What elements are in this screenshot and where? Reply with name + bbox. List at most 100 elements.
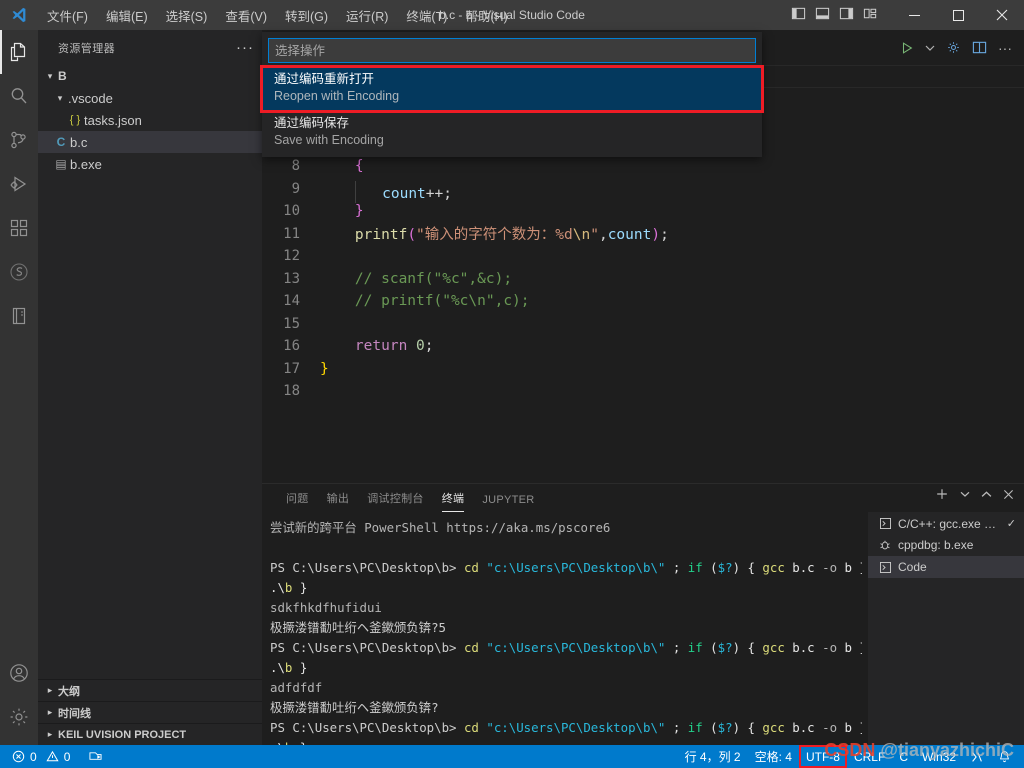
platform[interactable]: Win32 bbox=[915, 745, 963, 768]
search-icon[interactable] bbox=[0, 74, 38, 118]
more-actions-icon[interactable]: ··· bbox=[998, 41, 1012, 55]
code-line[interactable]: 14 // printf("%c\n",c); bbox=[262, 290, 1024, 313]
terminal-line: PS C:\Users\PC\Desktop\b> cd "c:\Users\P… bbox=[270, 560, 862, 575]
settings-gear-icon[interactable] bbox=[0, 695, 38, 739]
close-panel-icon[interactable] bbox=[1003, 489, 1014, 500]
sonarlint-icon[interactable] bbox=[0, 250, 38, 294]
terminal-output[interactable]: 尝试新的跨平台 PowerShell https://aka.ms/pscore… bbox=[262, 512, 862, 746]
title-bar-right bbox=[791, 0, 1024, 30]
tab-terminal[interactable]: 终端 bbox=[441, 490, 465, 512]
run-and-debug-icon[interactable] bbox=[0, 162, 38, 206]
code-line[interactable]: 10 } bbox=[262, 200, 1024, 223]
indentation[interactable]: 空格: 4 bbox=[748, 745, 799, 768]
panel-actions[interactable] bbox=[935, 487, 1014, 501]
quick-pick-dropdown[interactable]: 通过编码重新打开 Reopen with Encoding 通过编码保存 Sav… bbox=[260, 32, 764, 157]
quick-pick-item-reopen-with-encoding[interactable]: 通过编码重新打开 Reopen with Encoding bbox=[260, 65, 764, 113]
language-mode[interactable]: C bbox=[892, 745, 915, 768]
terminal-item-code[interactable]: Code bbox=[868, 556, 1024, 578]
code-line[interactable]: 16 return 0; bbox=[262, 335, 1024, 358]
accounts-icon[interactable] bbox=[0, 651, 38, 695]
terminal-line: 极撅溇镨勫吐绗ヘ釜鏉颁负锛?5 bbox=[270, 620, 446, 635]
eol[interactable]: CRLF bbox=[847, 745, 892, 768]
maximize-button[interactable] bbox=[936, 0, 980, 30]
code-line[interactable]: 9 count++; bbox=[262, 178, 1024, 203]
code-line[interactable]: 8 { bbox=[262, 155, 1024, 178]
toggle-secondary-sidebar-icon[interactable] bbox=[839, 6, 854, 24]
menu-edit[interactable]: 编辑(E) bbox=[97, 2, 157, 29]
terminal-line: .\b } bbox=[270, 660, 308, 675]
feedback-smiley-icon[interactable] bbox=[963, 745, 991, 768]
terminal-item-label: cppdbg: b.exe bbox=[898, 538, 974, 552]
terminal-icon bbox=[878, 561, 892, 573]
toggle-panel-icon[interactable] bbox=[815, 6, 830, 24]
vscode-logo-icon bbox=[0, 0, 38, 30]
c-file-icon: C bbox=[56, 135, 66, 149]
tree-item-b-c[interactable]: C b.c bbox=[38, 131, 262, 153]
source-control-icon[interactable] bbox=[0, 118, 38, 162]
editor-actions-toolbar[interactable]: ··· bbox=[900, 30, 1024, 65]
notebook-icon[interactable] bbox=[0, 294, 38, 338]
code-line[interactable]: 12 bbox=[262, 245, 1024, 268]
close-button[interactable] bbox=[980, 0, 1024, 30]
minimize-button[interactable] bbox=[892, 0, 936, 30]
tab-output[interactable]: 输出 bbox=[327, 490, 350, 512]
code-line[interactable]: 11 printf("输入的字符个数为：%d\n",count); bbox=[262, 223, 1024, 246]
new-terminal-icon[interactable] bbox=[935, 487, 949, 501]
line-number: 18 bbox=[283, 383, 300, 400]
customize-layout-icon[interactable] bbox=[863, 6, 878, 24]
section-label: KEIL UVISION PROJECT bbox=[58, 728, 187, 741]
json-file-icon: { } bbox=[69, 114, 81, 126]
tab-jupyter[interactable]: JUPYTER bbox=[482, 494, 534, 512]
layout-controls[interactable] bbox=[791, 6, 892, 24]
menu-terminal[interactable]: 终端(T) bbox=[397, 2, 456, 29]
panel-tab-bar[interactable]: 问题 输出 调试控制台 终端 JUPYTER bbox=[262, 484, 1024, 512]
section-label: 时间线 bbox=[58, 707, 91, 720]
section-timeline[interactable]: ▸ 时间线 bbox=[38, 701, 262, 723]
tab-problems[interactable]: 问题 bbox=[286, 490, 309, 512]
toggle-primary-sidebar-icon[interactable] bbox=[791, 6, 806, 24]
gear-icon[interactable] bbox=[946, 40, 961, 55]
sidebar-header: 资源管理器 ··· bbox=[38, 30, 262, 65]
code-line[interactable]: 13 // scanf("%c",&c); bbox=[262, 268, 1024, 291]
terminal-item-cppdbg[interactable]: cppdbg: b.exe bbox=[868, 534, 1024, 556]
code-line[interactable]: 17 } bbox=[262, 358, 1024, 381]
explorer-icon[interactable] bbox=[0, 30, 38, 74]
cursor-position[interactable]: 行 4，列 2 bbox=[678, 745, 748, 768]
chevron-down-icon[interactable] bbox=[925, 43, 935, 53]
tree-item-tasks-json[interactable]: { } tasks.json bbox=[38, 109, 262, 131]
bell-icon[interactable] bbox=[991, 745, 1018, 768]
code-line[interactable]: 15 bbox=[262, 313, 1024, 336]
code-line[interactable]: 18 bbox=[262, 380, 1024, 403]
tree-item-folder-b[interactable]: ▾ B bbox=[38, 65, 262, 87]
terminal-item-gcc-build[interactable]: C/C++: gcc.exe 生… ✓ bbox=[868, 512, 1024, 534]
section-keil-uvision-project[interactable]: ▸ KEIL UVISION PROJECT bbox=[38, 723, 262, 745]
problems-status[interactable]: 0 0 bbox=[8, 745, 74, 768]
status-bar-right: 行 4，列 2 空格: 4 UTF-8 CRLF C Win32 bbox=[678, 745, 1024, 768]
menu-run[interactable]: 运行(R) bbox=[337, 2, 397, 29]
menu-go[interactable]: 转到(G) bbox=[276, 2, 337, 29]
tree-item-folder-vscode[interactable]: ▾ .vscode bbox=[38, 87, 262, 109]
menu-help[interactable]: 帮助(H) bbox=[456, 2, 516, 29]
menu-view[interactable]: 查看(V) bbox=[216, 2, 276, 29]
tab-debug-console[interactable]: 调试控制台 bbox=[367, 490, 424, 512]
menu-file[interactable]: 文件(F) bbox=[38, 2, 97, 29]
quick-pick-item-save-with-encoding[interactable]: 通过编码保存 Save with Encoding bbox=[262, 111, 762, 155]
split-editor-icon[interactable] bbox=[972, 40, 987, 55]
maximize-panel-icon[interactable] bbox=[981, 489, 992, 500]
extensions-icon[interactable] bbox=[0, 206, 38, 250]
exe-file-icon: ▤ bbox=[55, 157, 67, 171]
line-number: 8 bbox=[291, 158, 300, 175]
quick-pick-input[interactable] bbox=[268, 38, 756, 63]
explorer-sidebar: 资源管理器 ··· ▾ B ▾ .vscode { } tasks.json C… bbox=[38, 30, 262, 745]
run-code-icon[interactable] bbox=[900, 41, 914, 55]
window-controls[interactable] bbox=[892, 0, 1024, 30]
terminal-item-label: Code bbox=[898, 560, 927, 574]
sidebar-more-actions-icon[interactable]: ··· bbox=[236, 40, 254, 55]
chevron-down-icon[interactable] bbox=[960, 489, 970, 499]
menu-bar[interactable]: 文件(F) 编辑(E) 选择(S) 查看(V) 转到(G) 运行(R) 终端(T… bbox=[38, 2, 517, 29]
remote-window-icon[interactable] bbox=[84, 745, 107, 768]
tree-item-b-exe[interactable]: ▤ b.exe bbox=[38, 153, 262, 175]
menu-selection[interactable]: 选择(S) bbox=[157, 2, 217, 29]
encoding[interactable]: UTF-8 bbox=[798, 745, 847, 768]
section-outline[interactable]: ▸ 大纲 bbox=[38, 679, 262, 701]
